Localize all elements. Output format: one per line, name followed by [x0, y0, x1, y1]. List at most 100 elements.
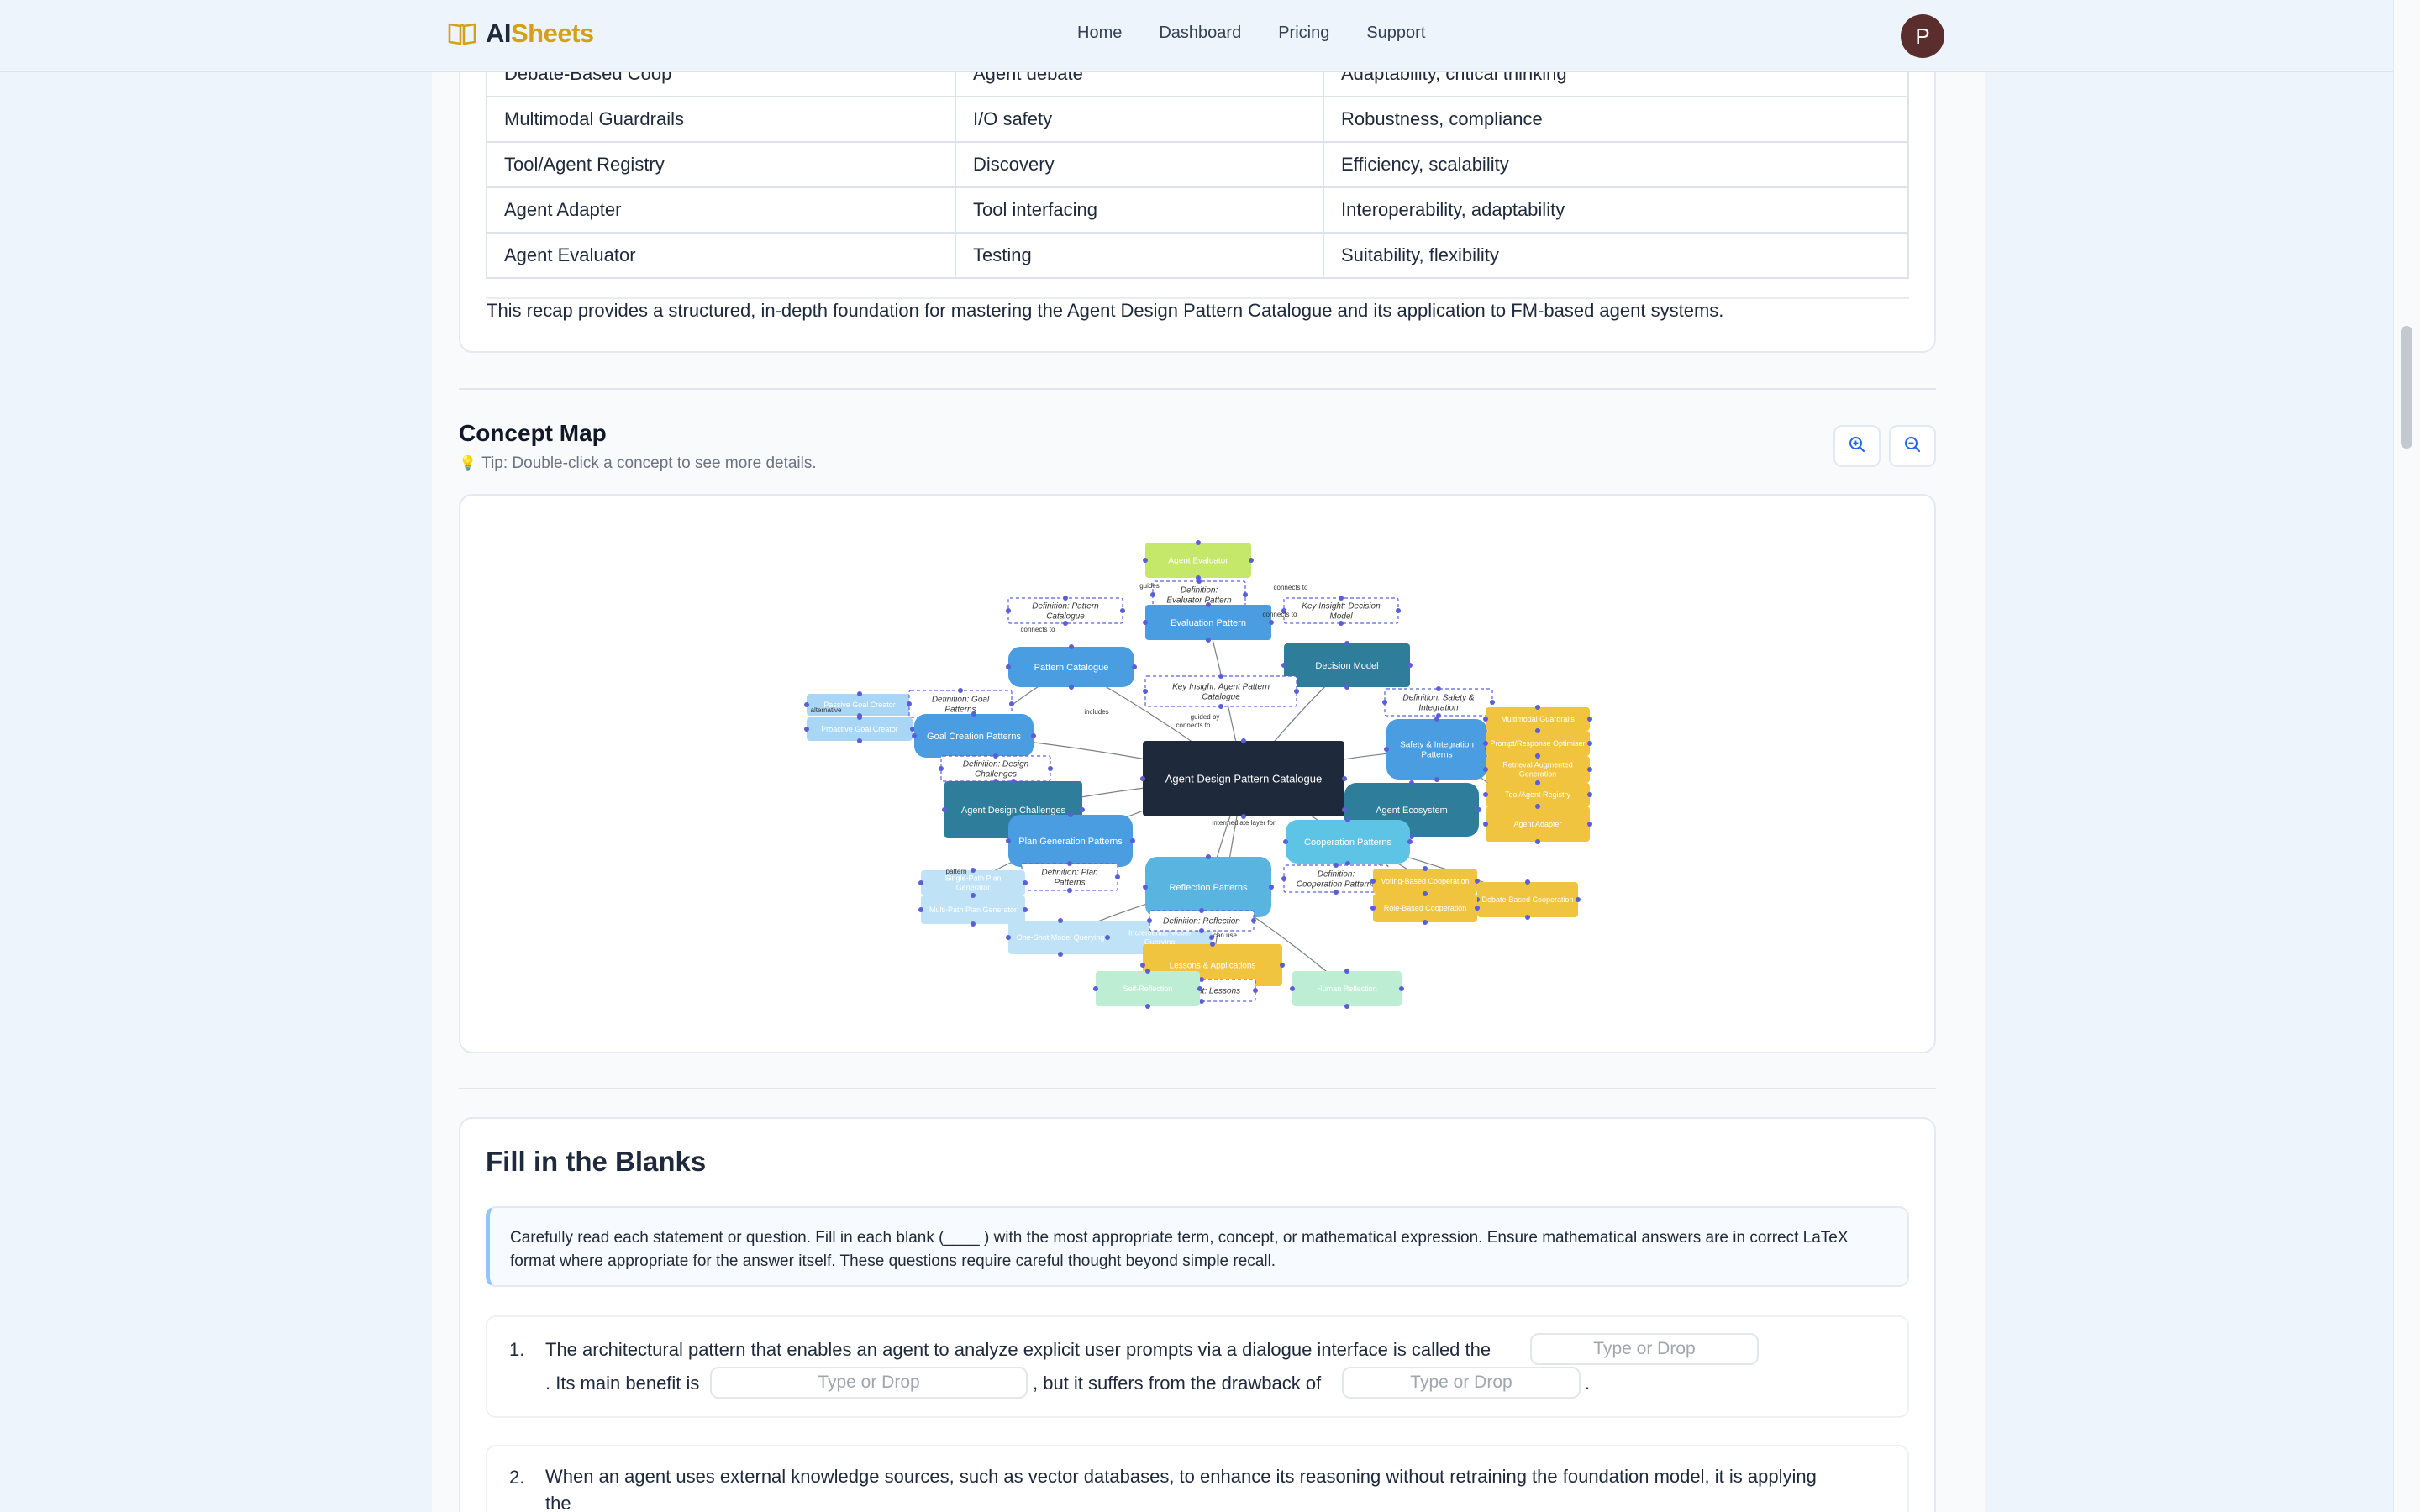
- concept-node-reflection-patterns[interactable]: Reflection Patterns: [1143, 854, 1274, 920]
- connection-handle[interactable]: [1115, 874, 1120, 879]
- connection-handle[interactable]: [1334, 863, 1339, 868]
- connection-handle[interactable]: [1269, 620, 1274, 625]
- connection-handle[interactable]: [1199, 908, 1204, 913]
- connection-handle[interactable]: [1269, 885, 1274, 890]
- connection-handle[interactable]: [1063, 596, 1068, 601]
- connection-handle[interactable]: [1525, 879, 1530, 885]
- connection-handle[interactable]: [1218, 704, 1223, 709]
- connection-handle[interactable]: [1093, 986, 1098, 991]
- connection-handle[interactable]: [1241, 738, 1246, 743]
- connection-handle[interactable]: [1409, 780, 1414, 785]
- connection-handle[interactable]: [1058, 952, 1063, 957]
- connection-handle[interactable]: [907, 701, 912, 706]
- concept-node-safety-integration[interactable]: Safety & IntegrationPatterns: [1384, 717, 1490, 782]
- connection-handle[interactable]: [1334, 890, 1339, 895]
- concept-node-def-safety[interactable]: Definition: Safety &Integration: [1382, 686, 1495, 718]
- nav-support[interactable]: Support: [1366, 24, 1425, 43]
- connection-handle[interactable]: [1206, 854, 1211, 859]
- connection-handle[interactable]: [1009, 701, 1014, 706]
- connection-handle[interactable]: [1080, 807, 1085, 812]
- connection-handle[interactable]: [1011, 779, 1016, 784]
- nav-dashboard[interactable]: Dashboard: [1159, 24, 1241, 43]
- connection-handle[interactable]: [1490, 700, 1495, 705]
- connection-handle[interactable]: [1143, 558, 1148, 563]
- connection-handle[interactable]: [1483, 792, 1488, 797]
- connection-handle[interactable]: [1535, 839, 1540, 844]
- brand-logo[interactable]: AISheets: [447, 18, 594, 49]
- connection-handle[interactable]: [1290, 986, 1295, 991]
- concept-node-evaluation-pattern[interactable]: Evaluation Pattern: [1143, 602, 1274, 643]
- connection-handle[interactable]: [1483, 767, 1488, 772]
- concept-node-decision-model[interactable]: Decision Model: [1281, 641, 1413, 690]
- connection-handle[interactable]: [1058, 918, 1063, 923]
- connection-handle[interactable]: [1407, 663, 1413, 668]
- connection-handle[interactable]: [1147, 918, 1152, 923]
- connection-handle[interactable]: [1006, 838, 1011, 843]
- connection-handle[interactable]: [1206, 602, 1211, 607]
- connection-handle[interactable]: [1339, 596, 1344, 601]
- connection-handle[interactable]: [942, 807, 947, 812]
- connection-handle[interactable]: [1251, 918, 1256, 923]
- connection-handle[interactable]: [1006, 608, 1011, 613]
- concept-node-def-design-challenges[interactable]: Definition: DesignChallenges: [939, 753, 1053, 784]
- connection-handle[interactable]: [1197, 579, 1202, 584]
- connection-handle[interactable]: [1423, 866, 1428, 871]
- connection-handle[interactable]: [1199, 928, 1204, 933]
- connection-handle[interactable]: [1068, 812, 1073, 817]
- connection-handle[interactable]: [1483, 741, 1488, 746]
- connection-handle[interactable]: [1031, 733, 1036, 738]
- connection-handle[interactable]: [1023, 880, 1028, 885]
- connection-handle[interactable]: [1370, 906, 1376, 911]
- connection-handle[interactable]: [1483, 822, 1488, 827]
- connection-handle[interactable]: [1535, 753, 1540, 759]
- concept-node-cooperation-patterns[interactable]: Cooperation Patterns: [1283, 817, 1413, 866]
- connection-handle[interactable]: [857, 738, 862, 743]
- concept-node-debate-coop[interactable]: Debate-Based Cooperation: [1475, 879, 1581, 920]
- scrollbar-thumb[interactable]: [2401, 326, 2412, 449]
- connection-handle[interactable]: [1023, 907, 1028, 912]
- zoom-in-button[interactable]: [1833, 425, 1881, 467]
- concept-node-goal-creation[interactable]: Goal Creation Patterns: [912, 711, 1036, 760]
- connection-handle[interactable]: [918, 880, 923, 885]
- connection-handle[interactable]: [1344, 641, 1349, 646]
- connection-handle[interactable]: [1384, 747, 1389, 752]
- connection-handle[interactable]: [1434, 717, 1439, 722]
- connection-handle[interactable]: [1006, 935, 1011, 940]
- connection-handle[interactable]: [1476, 807, 1481, 812]
- connection-handle[interactable]: [1048, 766, 1053, 771]
- connection-handle[interactable]: [1210, 942, 1215, 947]
- connection-handle[interactable]: [1069, 685, 1074, 690]
- connection-handle[interactable]: [1143, 620, 1148, 625]
- nav-pricing[interactable]: Pricing: [1278, 24, 1329, 43]
- connection-handle[interactable]: [857, 691, 862, 696]
- connection-handle[interactable]: [1525, 915, 1530, 920]
- nav-home[interactable]: Home: [1077, 24, 1122, 43]
- connection-handle[interactable]: [1281, 876, 1286, 881]
- connection-handle[interactable]: [1370, 879, 1376, 884]
- connection-handle[interactable]: [1339, 621, 1344, 626]
- connection-handle[interactable]: [971, 868, 976, 873]
- connection-handle[interactable]: [958, 688, 963, 693]
- connection-handle[interactable]: [1407, 839, 1413, 844]
- connection-handle[interactable]: [1475, 906, 1480, 911]
- connection-handle[interactable]: [1206, 638, 1211, 643]
- connection-handle[interactable]: [857, 715, 862, 720]
- concept-node-passive-goal[interactable]: Passive Goal Creator: [804, 691, 915, 718]
- connection-handle[interactable]: [1253, 988, 1258, 993]
- concept-node-def-plan[interactable]: Definition: PlanPatterns: [1019, 861, 1120, 893]
- connection-handle[interactable]: [1535, 804, 1540, 809]
- connection-handle[interactable]: [1396, 608, 1401, 613]
- answer-blank[interactable]: Type or Drop: [1342, 1367, 1581, 1399]
- concept-node-one-shot[interactable]: One-Shot Model Querying: [1006, 918, 1115, 957]
- connection-handle[interactable]: [993, 753, 998, 759]
- concept-node-agent-adapter[interactable]: Agent Adapter: [1483, 804, 1592, 844]
- connection-handle[interactable]: [1069, 644, 1074, 649]
- connection-handle[interactable]: [1342, 776, 1347, 781]
- connection-handle[interactable]: [1342, 807, 1347, 812]
- connection-handle[interactable]: [1587, 767, 1592, 772]
- connection-handle[interactable]: [1382, 700, 1387, 705]
- scrollbar[interactable]: [2393, 0, 2420, 1512]
- concept-node-self-reflection[interactable]: Self-Reflection: [1093, 969, 1202, 1009]
- connection-handle[interactable]: [1535, 728, 1540, 733]
- connection-handle[interactable]: [1576, 897, 1581, 902]
